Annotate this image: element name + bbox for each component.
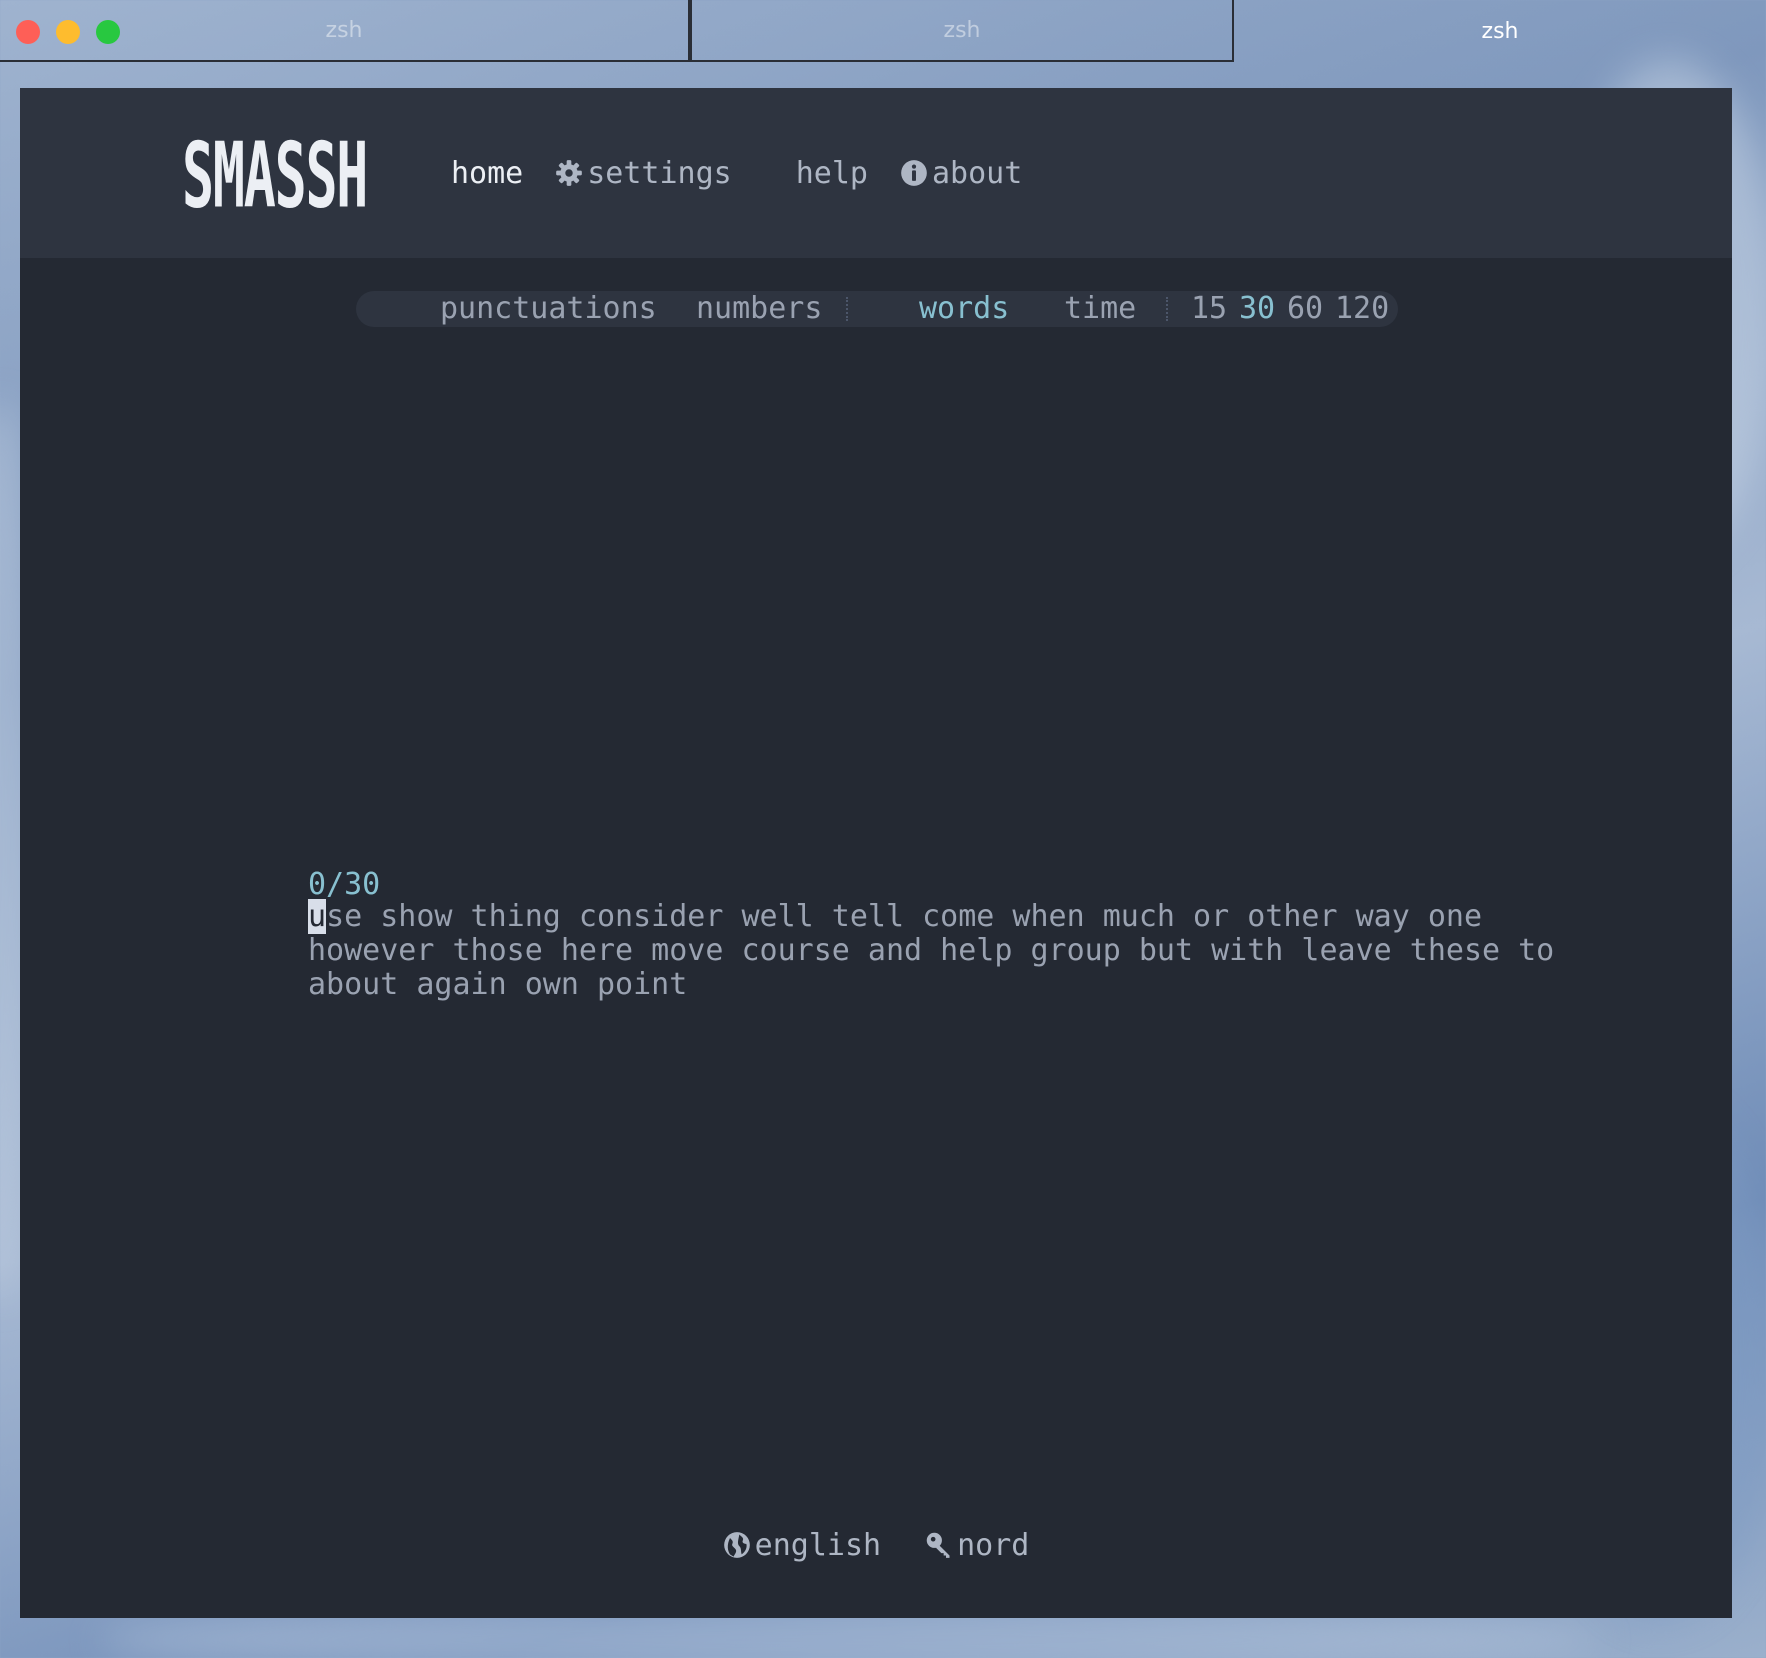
language-label: english [754,1527,882,1563]
main-nav: home settings help about [451,148,1022,198]
toggle-punctuations[interactable]: punctuations [440,291,657,327]
window-titlebar: zsh zsh zsh [0,0,1766,63]
tab-label: zsh [943,17,981,43]
nav-home-label: home [451,155,524,191]
tab-zsh-1[interactable]: zsh [0,0,690,62]
nav-help[interactable]: help [796,156,868,191]
globe-icon [723,1531,751,1559]
language-selector[interactable]: english [723,1528,881,1563]
count-30[interactable]: 30 [1239,291,1275,327]
app-footer: english nord [20,1520,1732,1570]
text-line: use show thing consider well tell come w… [308,899,1482,934]
terminal-window[interactable]: SMASSH home settings help about punctuat… [20,88,1732,1618]
nav-help-label: help [795,155,868,191]
nav-settings-label: settings [587,155,732,191]
toggle-numbers[interactable]: numbers [696,291,822,327]
count-60[interactable]: 60 [1287,291,1323,327]
text-line: about again own point [308,967,688,1002]
nav-home[interactable]: home [451,156,523,191]
count-120[interactable]: 120 [1335,291,1389,327]
info-icon [900,159,928,187]
count-15[interactable]: 15 [1191,291,1227,327]
smassh-logo: SMASSH [182,131,392,221]
tab-zsh-3[interactable]: zsh [1234,0,1766,62]
nav-settings[interactable]: settings [555,156,732,191]
nav-about[interactable]: about [900,156,1022,191]
tab-zsh-2[interactable]: zsh [690,0,1234,62]
mode-bar: punctuations numbers words time 15 30 60… [356,291,1398,327]
text-line: however those here move course and help … [308,933,1555,968]
logo-text: SMASSH [182,123,368,229]
word-progress-counter: 0/30 [308,867,381,902]
key-icon [925,1531,953,1559]
mode-divider [846,297,848,321]
mode-divider [1166,297,1168,321]
mode-words[interactable]: words [919,291,1009,327]
typing-text-area[interactable]: use show thing consider well tell come w… [308,899,1555,1002]
gear-icon [555,159,583,187]
mode-time[interactable]: time [1064,291,1136,327]
typing-cursor: u [308,899,327,934]
app-header: SMASSH home settings help about [20,88,1732,258]
tab-label: zsh [325,17,363,43]
nav-about-label: about [932,155,1023,191]
theme-selector[interactable]: nord [925,1528,1029,1563]
text-line-content: se show thing consider well tell come wh… [326,899,1482,934]
tab-label: zsh [1481,18,1519,44]
theme-label: nord [957,1527,1030,1563]
